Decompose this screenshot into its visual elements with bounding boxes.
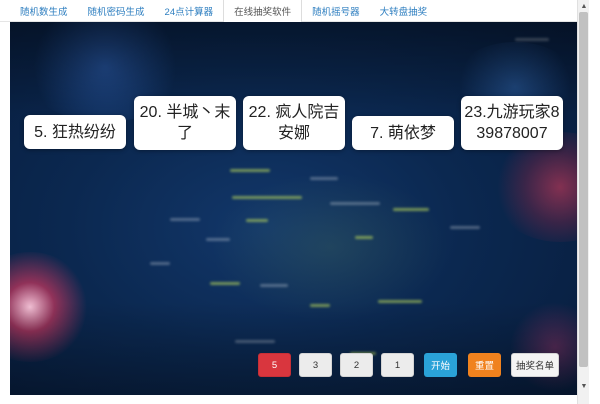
winner-card: 22. 疯人院吉安娜: [243, 96, 345, 150]
lottery-stage: 5. 狂热纷纷 20. 半城丶末了 22. 疯人院吉安娜 7. 萌依梦 23.九…: [10, 22, 577, 395]
winner-card: 20. 半城丶末了: [134, 96, 236, 150]
reset-button[interactable]: 重置: [468, 353, 501, 377]
winner-card: 23.九游玩家839878007: [461, 96, 563, 150]
vertical-scrollbar[interactable]: ▲ ▼: [577, 0, 589, 404]
stage-vignette: [10, 22, 577, 395]
scrollbar-thumb[interactable]: [579, 12, 588, 367]
tab-random-number[interactable]: 随机数生成: [0, 0, 78, 22]
scroll-down-arrow-icon[interactable]: ▼: [578, 380, 590, 392]
tab-random-password[interactable]: 随机密码生成: [78, 0, 155, 22]
tab-online-lottery[interactable]: 在线抽奖软件: [223, 0, 303, 22]
draw-count-3-button[interactable]: 3: [299, 353, 332, 377]
draw-count-2-button[interactable]: 2: [340, 353, 373, 377]
tab-random-draw[interactable]: 随机摇号器: [302, 0, 370, 22]
tab-24-point-calculator[interactable]: 24点计算器: [155, 0, 224, 22]
tool-nav-bar: 随机数生成 随机密码生成 24点计算器 在线抽奖软件 随机摇号器 大转盘抽奖: [0, 0, 577, 22]
tab-big-wheel[interactable]: 大转盘抽奖: [370, 0, 438, 22]
winner-card: 5. 狂热纷纷: [24, 115, 126, 149]
draw-count-5-button[interactable]: 5: [258, 353, 291, 377]
winner-card: 7. 萌依梦: [352, 116, 454, 150]
lottery-list-button[interactable]: 抽奖名单: [511, 353, 559, 377]
scroll-up-arrow-icon[interactable]: ▲: [578, 0, 590, 12]
draw-count-1-button[interactable]: 1: [381, 353, 414, 377]
start-button[interactable]: 开始: [424, 353, 457, 377]
